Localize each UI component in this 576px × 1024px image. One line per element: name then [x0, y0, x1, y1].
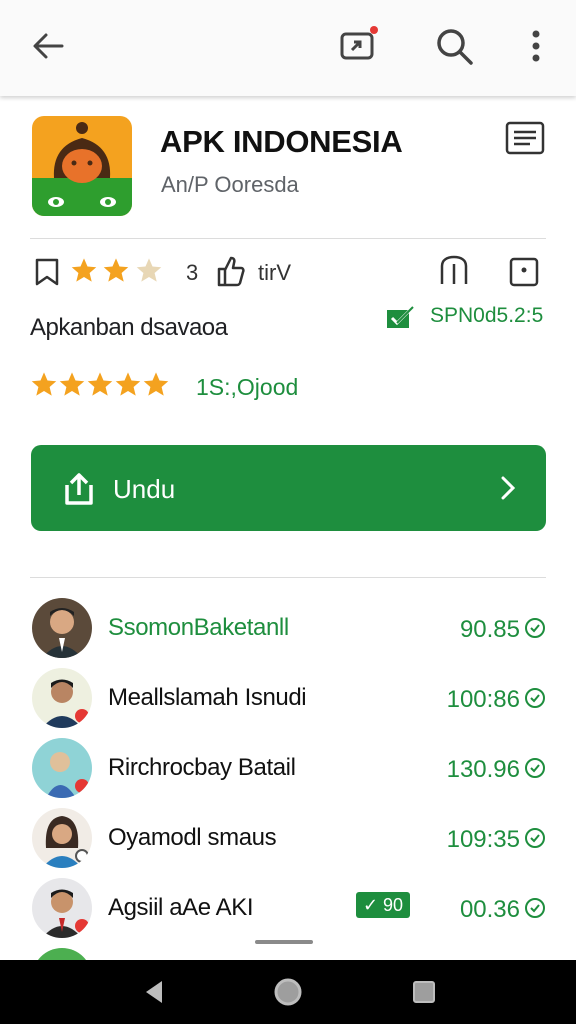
- downloads-text: 1S:,Ojood: [196, 374, 299, 400]
- star-icon: [71, 258, 97, 282]
- avatar: [32, 598, 92, 658]
- recents-square-icon[interactable]: [406, 974, 442, 1010]
- avatar: [32, 878, 92, 938]
- star-icon: [31, 372, 57, 396]
- clock-check-icon: [524, 897, 546, 919]
- rating-row: 3 tirV: [30, 252, 546, 292]
- list-item[interactable]: SsomonBaketanll 90.85: [30, 596, 546, 660]
- rating-stars: [70, 256, 163, 289]
- bookmark-icon[interactable]: [32, 256, 62, 293]
- star-icon: [104, 258, 129, 282]
- screenshot-icon[interactable]: [508, 256, 540, 293]
- user-name: Rirchrocbay Batail: [108, 754, 296, 781]
- info-row: Apkanban dsavaoa SPN0d5.2:5: [30, 304, 546, 346]
- user-score: 130.96: [446, 756, 520, 783]
- rating-count: 3: [186, 260, 199, 285]
- star-icon: [115, 372, 141, 396]
- share-screen-icon[interactable]: [336, 24, 380, 68]
- scroll-handle[interactable]: [255, 940, 313, 944]
- clock-check-icon: [524, 617, 546, 639]
- top-app-bar: [0, 0, 576, 96]
- search-icon[interactable]: [432, 24, 476, 68]
- avatar: [32, 948, 92, 960]
- home-circle-icon[interactable]: [270, 974, 306, 1010]
- status-badge: ✓ 90: [356, 892, 410, 918]
- user-name: Meallslamah Isnudi: [108, 684, 307, 711]
- thumbs-up-icon[interactable]: [214, 254, 246, 293]
- arrow-left-icon[interactable]: [26, 24, 70, 68]
- verified-check-icon: [385, 304, 415, 335]
- clock-check-icon: [524, 827, 546, 849]
- star-empty-icon: [136, 258, 162, 282]
- more-vertical-icon[interactable]: [514, 24, 558, 68]
- user-name: Oyamodl smaus: [108, 824, 277, 851]
- star-icon: [87, 372, 113, 396]
- app-developer[interactable]: An/P Ooresda: [161, 172, 299, 198]
- divider: [30, 577, 546, 578]
- star-icon: [143, 372, 169, 396]
- list-item[interactable]: Agsiil aAe AKI ✓ 90 00.36: [30, 876, 546, 940]
- install-button-label: Undu: [113, 474, 176, 504]
- app-logo-icon[interactable]: [32, 116, 132, 216]
- user-name: Agsiil aAe AKI: [108, 894, 254, 921]
- info-text: Apkanban dsavaoa: [30, 314, 228, 341]
- divider: [30, 238, 546, 239]
- system-nav-bar: [0, 960, 576, 1024]
- user-score: 109:35: [446, 826, 520, 853]
- install-button[interactable]: Undu: [31, 445, 546, 531]
- user-score: 00.36: [459, 896, 520, 923]
- version-text: SPN0d5.2:5: [430, 304, 544, 327]
- user-score: 90.85: [459, 616, 520, 643]
- user-score: 100:86: [446, 686, 520, 713]
- avatar: [32, 668, 92, 728]
- star-icon: [59, 372, 85, 396]
- clock-check-icon: [524, 757, 546, 779]
- avatar: [32, 738, 92, 798]
- chevron-right-icon: [500, 475, 516, 506]
- rating-label: tirV: [258, 260, 291, 285]
- rating-row-2: 1S:,Ojood: [30, 368, 546, 404]
- list-item[interactable]: Meallslamah Isnudi 100:86: [30, 666, 546, 730]
- list-icon[interactable]: [504, 120, 546, 156]
- download-icon: [61, 471, 97, 512]
- clock-check-icon: [524, 687, 546, 709]
- list-item[interactable]: [30, 946, 546, 960]
- list-item[interactable]: Oyamodl smaus 109:35: [30, 806, 546, 870]
- app-header: APK INDONESIA An/P Ooresda: [30, 114, 550, 224]
- user-name: SsomonBaketanll: [108, 614, 289, 641]
- device-icon[interactable]: [438, 254, 470, 295]
- avatar: [32, 808, 92, 868]
- back-triangle-icon[interactable]: [136, 974, 172, 1010]
- list-item[interactable]: Rirchrocbay Batail 130.96: [30, 736, 546, 800]
- app-title: APK INDONESIA: [160, 124, 403, 159]
- rating-stars-5: [30, 370, 170, 403]
